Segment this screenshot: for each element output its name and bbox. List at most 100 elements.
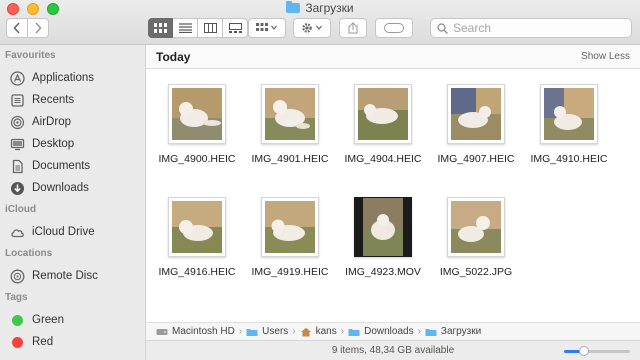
file-browser: Today Show Less IMG_4900.HEIC IMG_4901.H… [146,45,640,345]
status-bar: 9 items, 48,34 GB available [146,340,640,360]
file-name: IMG_4919.HEIC [251,266,329,278]
folder-icon [286,1,301,13]
sidebar-item-airdrop[interactable]: AirDrop [0,111,145,133]
columns-icon [203,23,217,33]
file-item[interactable]: IMG_4916.HEIC [152,197,242,302]
gallery-view-button[interactable] [223,18,248,38]
share-button[interactable] [339,18,367,38]
title-bar: Загрузки [0,0,640,45]
file-name: IMG_4916.HEIC [158,266,236,278]
remote-disc-icon [10,269,25,284]
file-item[interactable]: IMG_4923.MOV [338,197,428,302]
breadcrumb-item[interactable]: Загрузки [441,326,481,337]
list-view-button[interactable] [173,18,198,38]
file-name: IMG_4904.HEIC [344,153,422,165]
file-item[interactable]: IMG_4919.HEIC [245,197,335,302]
chevron-right-icon: › [340,326,345,337]
downloads-icon [10,181,25,196]
gear-icon [302,23,322,33]
file-item[interactable]: IMG_5022.JPG [431,197,521,302]
photo-thumbnail [168,197,226,257]
sidebar-header-favourites: Favourites [5,50,56,61]
sidebar-item-tag-green[interactable]: Green [0,309,145,331]
photo-thumbnail [447,197,505,257]
sidebar-item-downloads[interactable]: Downloads [0,177,145,199]
show-less-button[interactable]: Show Less [581,51,630,62]
file-item[interactable]: IMG_4907.HEIC [431,84,521,189]
edit-tags-button[interactable] [375,18,413,38]
folder-icon [246,327,258,337]
sidebar-item-documents[interactable]: Documents [0,155,145,177]
group-by-button[interactable] [248,18,286,38]
sidebar-item-label: Green [32,314,64,326]
breadcrumb-item[interactable]: kans [316,326,337,337]
sidebar-item-remote-disc[interactable]: Remote Disc [0,265,145,287]
sidebar-item-icloud-drive[interactable]: iCloud Drive [0,221,145,243]
search-icon [437,22,448,34]
back-button[interactable] [6,18,28,38]
sidebar-item-label: Red [32,336,54,348]
sidebar: Favourites Applications Recents AirDrop … [0,45,146,360]
file-item[interactable]: IMG_4904.HEIC [338,84,428,189]
file-item[interactable]: IMG_4910.HEIC [524,84,614,189]
folder-icon [425,327,437,337]
sidebar-item-label: iCloud Drive [32,226,95,238]
breadcrumb-item[interactable]: Downloads [364,326,413,337]
sidebar-item-desktop[interactable]: Desktop [0,133,145,155]
window-title-text: Загрузки [305,1,354,15]
icon-size-slider[interactable] [564,346,630,356]
file-name: IMG_4907.HEIC [437,153,515,165]
breadcrumb-item[interactable]: Users [262,326,288,337]
sidebar-item-label: Desktop [32,138,75,150]
sidebar-item-label: Downloads [32,182,89,194]
file-name: IMG_4910.HEIC [530,153,608,165]
search-input[interactable] [453,21,623,35]
chevron-right-icon: › [417,326,421,337]
chevron-left-icon [13,22,20,34]
file-item[interactable]: IMG_4901.HEIC [245,84,335,189]
documents-icon [10,159,25,174]
sidebar-item-tag-red[interactable]: Red [0,331,145,353]
view-mode-control [148,18,248,38]
gallery-icon [228,23,242,33]
window-title: Загрузки [0,0,640,16]
search-field[interactable] [430,18,632,38]
video-thumbnail [354,197,412,257]
sidebar-item-label: Documents [32,160,91,172]
icon-view-button[interactable] [148,18,173,38]
section-title: Today [156,50,191,64]
grid-icon [154,23,167,33]
sidebar-item-label: Applications [32,72,95,84]
column-view-button[interactable] [198,18,223,38]
section-header: Today Show Less [146,45,640,69]
chevron-right-icon: › [238,326,243,337]
sidebar-item-label: Remote Disc [32,270,98,282]
hard-drive-icon [156,327,168,337]
slider-knob[interactable] [578,346,589,356]
red-tag-icon [10,335,25,350]
desktop-icon [10,137,25,152]
file-name: IMG_4901.HEIC [251,153,329,165]
sidebar-item-recents[interactable]: Recents [0,89,145,111]
chevron-right-icon: › [292,326,296,337]
share-icon [348,22,358,34]
file-name: IMG_4923.MOV [345,266,421,278]
sidebar-item-applications[interactable]: Applications [0,67,145,89]
photo-thumbnail [168,84,226,144]
list-icon [178,23,192,33]
file-item[interactable]: IMG_4900.HEIC [152,84,242,189]
recents-icon [10,93,25,108]
sidebar-item-label: Recents [32,94,75,106]
action-menu-button[interactable] [293,18,331,38]
sidebar-item-label: AirDrop [32,116,71,128]
icloud-drive-icon [10,225,25,240]
breadcrumb-item[interactable]: Macintosh HD [172,326,235,337]
sidebar-header-icloud: iCloud [5,204,37,215]
photo-thumbnail [354,84,412,144]
green-tag-icon [10,313,25,328]
photo-thumbnail [447,84,505,144]
group-icon [256,23,277,31]
photo-thumbnail [261,84,319,144]
sidebar-header-tags: Tags [5,292,28,303]
forward-button[interactable] [27,18,49,38]
